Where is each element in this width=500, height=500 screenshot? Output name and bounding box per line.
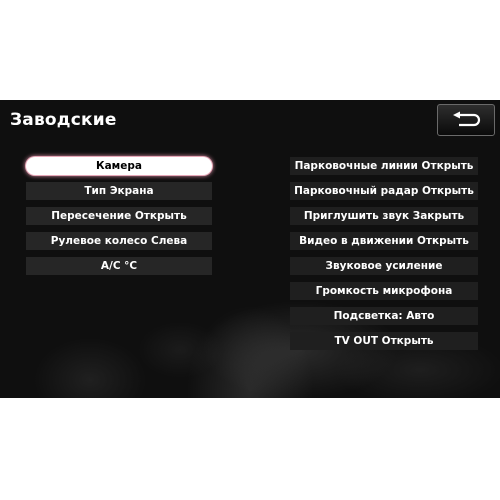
- setting-label: Рулевое колесо Слева: [50, 235, 188, 247]
- setting-label: Камера: [96, 160, 142, 172]
- setting-label: Подсветка: Авто: [333, 310, 435, 322]
- setting-crossing[interactable]: Пересечение Открыть: [26, 207, 212, 225]
- setting-sound-gain[interactable]: Звуковое усиление: [290, 257, 478, 275]
- setting-camera[interactable]: Камера: [26, 157, 212, 175]
- setting-parking-lines[interactable]: Парковочные линии Открыть: [290, 157, 478, 175]
- setting-label: TV OUT Открыть: [334, 335, 434, 347]
- setting-label: Парковочный радар Открыть: [294, 185, 474, 197]
- page-title: Заводские: [10, 110, 117, 130]
- setting-label: Громкость микрофона: [315, 285, 453, 297]
- setting-label: Тип Экрана: [84, 185, 154, 197]
- setting-label: Приглушить звук Закрыть: [303, 210, 465, 222]
- setting-label: Видео в движении Открыть: [299, 235, 469, 247]
- right-settings-list: Парковочные линии Открыть Парковочный ра…: [290, 157, 478, 357]
- factory-settings-screen: Заводские Камера Тип Экрана Пересечение …: [0, 100, 500, 398]
- setting-label: Пересечение Открыть: [51, 210, 187, 222]
- setting-label: Парковочные линии Открыть: [294, 160, 474, 172]
- setting-label: A/C °C: [100, 260, 138, 272]
- setting-mic-volume[interactable]: Громкость микрофона: [290, 282, 478, 300]
- setting-parking-radar[interactable]: Парковочный радар Открыть: [290, 182, 478, 200]
- setting-video-in-motion[interactable]: Видео в движении Открыть: [290, 232, 478, 250]
- left-settings-list: Камера Тип Экрана Пересечение Открыть Ру…: [26, 157, 212, 282]
- return-arrow-icon: [453, 111, 481, 127]
- setting-backlight[interactable]: Подсветка: Авто: [290, 307, 478, 325]
- setting-tv-out[interactable]: TV OUT Открыть: [290, 332, 478, 350]
- setting-ac-units[interactable]: A/C °C: [26, 257, 212, 275]
- setting-steering-wheel[interactable]: Рулевое колесо Слева: [26, 232, 212, 250]
- setting-screen-type[interactable]: Тип Экрана: [26, 182, 212, 200]
- back-button[interactable]: [437, 104, 495, 136]
- setting-label: Звуковое усиление: [325, 260, 443, 272]
- setting-mute-sound[interactable]: Приглушить звук Закрыть: [290, 207, 478, 225]
